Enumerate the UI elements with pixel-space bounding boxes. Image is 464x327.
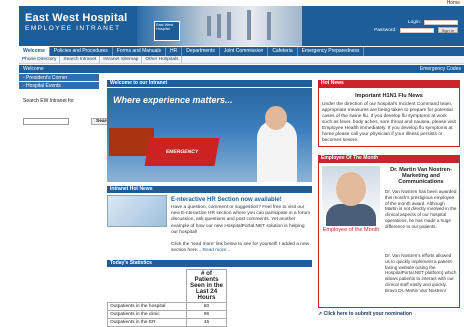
- nav-departments[interactable]: Departments: [182, 47, 220, 56]
- search-label: Search EW Intranet for: [23, 98, 74, 104]
- eom-caption: Employee of the Month: [322, 227, 380, 233]
- banner-tagline: Where experience matters...: [113, 95, 233, 105]
- welcome-banner-image: Where experience matters... EMERGENCY: [107, 88, 312, 182]
- stats-row-value: 45: [186, 317, 227, 327]
- news-thumbnail: [107, 195, 167, 227]
- password-label: Password:: [374, 27, 397, 33]
- subnav-search-intranet[interactable]: Search Intranet: [60, 56, 101, 63]
- stats-row-label: Outpatients in the clinic: [107, 309, 187, 319]
- eom-text-1: Dr. Van Nostren has been awarded this mo…: [385, 189, 457, 229]
- stats-table: # of Patients Seen in the Last 24 Hours …: [107, 268, 227, 327]
- login-label: Login:: [407, 20, 421, 25]
- hospital-badge: East West Hospital: [154, 21, 180, 41]
- sidebar-item-hospital-events[interactable]: - Hospital Events: [19, 82, 99, 90]
- nomination-link[interactable]: ➚ Click here to submit your nomination: [318, 311, 460, 317]
- emergency-codes-link[interactable]: Emergency Codes: [420, 65, 461, 73]
- news-body-text: Have a question, comment or suggestion? …: [171, 205, 311, 235]
- main-nav: Welcome Policies and Procedures Forms an…: [19, 47, 464, 56]
- arrow-icon: ➚: [318, 311, 323, 317]
- login-input[interactable]: [424, 20, 458, 25]
- eom-box: Employee of the Month Dr. Martin Van Nos…: [318, 162, 460, 308]
- emergency-sign: EMERGENCY: [144, 138, 220, 166]
- eom-text-2: Dr. Van Nostren's efforts allowed us to …: [385, 253, 457, 293]
- table-row: Outpatients in the ER 45: [107, 317, 227, 327]
- site-subtitle: EMPLOYEE INTRANET: [25, 25, 121, 32]
- right-column: Hot News Important H1N1 Flu News Under t…: [318, 80, 460, 317]
- search-input[interactable]: [23, 118, 69, 125]
- news-body: Have a question, comment or suggestion? …: [171, 205, 312, 255]
- intranet-hot-news-title: Intranet Hot News: [107, 186, 312, 193]
- nav-joint-commission[interactable]: Joint Commission: [220, 47, 269, 56]
- eom-name: Dr. Martin Van Nostren- Marketing and Co…: [390, 167, 452, 186]
- site-title: East West Hospital: [25, 12, 128, 24]
- doctor-head: [265, 106, 287, 130]
- password-input[interactable]: [399, 27, 434, 33]
- left-sidebar: - President's Corner - Hospital Events S…: [19, 74, 117, 125]
- hot-news-headline: Important H1N1 Flu News: [355, 93, 423, 99]
- stats-row-value: 60: [186, 301, 227, 311]
- logo[interactable]: East West Hospital EMPLOYEE INTRANET: [25, 12, 127, 32]
- sidebar-item-presidents-corner[interactable]: - President's Corner: [19, 74, 99, 82]
- login-form: Login: Password: Sign In: [374, 20, 458, 35]
- nav-forms[interactable]: Forms and Manuals: [113, 47, 166, 56]
- signin-button[interactable]: Sign In: [437, 27, 458, 33]
- welcome-section-title: Welcome to our Intranet: [107, 80, 312, 87]
- stats-title: Today's Statistics: [107, 259, 312, 267]
- nomination-link-text: Click here to submit your nomination: [323, 311, 412, 317]
- site-header: East West Hospital EMPLOYEE INTRANET Eas…: [19, 6, 464, 46]
- stats-row-value: 96: [186, 309, 227, 319]
- hot-news-body: Under the direction of our hospital's In…: [322, 102, 456, 143]
- stats-row-label: Outpatients in the ER: [107, 317, 187, 327]
- eom-title: Employee Of The Month: [318, 155, 460, 162]
- hot-news-box: Important H1N1 Flu News Under the direct…: [318, 87, 460, 147]
- nav-policies[interactable]: Policies and Procedures: [50, 47, 113, 56]
- read-more-link[interactable]: Read more...: [202, 248, 230, 253]
- table-row: Outpatients in the hospital 60: [107, 301, 227, 311]
- sub-nav: Phone Directory Search Intranet Intranet…: [19, 56, 464, 64]
- stats-header: # of Patients Seen in the Last 24 Hours: [186, 268, 227, 303]
- nav-emergency[interactable]: Emergency Preparedness: [298, 47, 365, 56]
- subnav-other-hospitals[interactable]: Other Hospitals: [142, 56, 183, 63]
- center-column: Welcome to our Intranet Where experience…: [107, 80, 312, 327]
- welcome-bar: Welcome Emergency Codes: [19, 65, 464, 73]
- welcome-label: Welcome: [23, 66, 44, 72]
- news-cta-text: Click the 'read more' link below to see …: [171, 242, 310, 254]
- subnav-sitemap[interactable]: Intranet Sitemap: [100, 56, 143, 63]
- nav-cafeteria[interactable]: Cafeteria: [268, 47, 298, 56]
- stats-row-label: Outpatients in the hospital: [107, 301, 187, 311]
- nav-hr[interactable]: HR: [166, 47, 183, 56]
- subnav-phone-directory[interactable]: Phone Directory: [19, 56, 61, 63]
- table-row: Outpatients in the clinic 96: [107, 309, 227, 319]
- eom-photo: [322, 166, 380, 226]
- stats-corner: [108, 269, 187, 302]
- nav-welcome[interactable]: Welcome: [19, 47, 50, 56]
- hot-news-title: Hot News: [318, 80, 460, 87]
